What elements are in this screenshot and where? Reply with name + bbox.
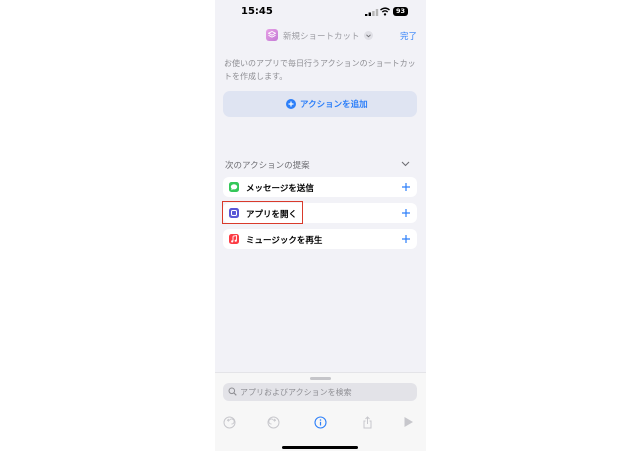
play-icon[interactable] [403, 416, 414, 428]
suggestion-item-play-music[interactable]: ミュージックを再生 [223, 229, 417, 249]
collapse-chevron-icon[interactable] [401, 161, 410, 167]
phone-screen: 15:45 93 新規ショートカット 完了 お使いのアプリで毎日行うアクションの… [215, 0, 426, 451]
add-icon[interactable] [401, 234, 411, 244]
share-icon[interactable] [361, 416, 374, 429]
suggestion-label: メッセージを送信 [246, 184, 314, 194]
status-time: 15:45 [241, 6, 273, 17]
info-icon[interactable] [314, 416, 327, 429]
cellular-signal-icon [365, 9, 379, 16]
redo-icon[interactable] [267, 416, 280, 429]
search-input[interactable]: アプリおよびアクションを検索 [223, 383, 417, 401]
messages-icon [229, 182, 239, 192]
search-icon [228, 387, 237, 396]
home-indicator[interactable] [282, 446, 358, 449]
sheet-grabber[interactable] [310, 377, 331, 380]
shortcuts-app-icon[interactable] [266, 29, 278, 41]
plus-circle-icon [286, 99, 296, 109]
battery-indicator: 93 [393, 7, 408, 16]
highlight-box [222, 201, 303, 224]
suggestions-header: 次のアクションの提案 [225, 161, 310, 171]
done-button[interactable]: 完了 [400, 30, 417, 42]
add-icon[interactable] [401, 208, 411, 218]
chevron-down-icon[interactable] [364, 31, 373, 40]
add-icon[interactable] [401, 182, 411, 192]
add-action-button[interactable]: アクションを追加 [223, 91, 417, 117]
undo-icon[interactable] [223, 416, 236, 429]
suggestion-item-send-message[interactable]: メッセージを送信 [223, 177, 417, 197]
description-text: お使いのアプリで毎日行うアクションのショートカットを作成します。 [224, 59, 416, 81]
status-bar: 15:45 93 [215, 0, 426, 24]
music-icon [229, 234, 239, 244]
suggestion-label: ミュージックを再生 [246, 236, 323, 246]
wifi-icon [380, 7, 390, 16]
add-action-label: アクションを追加 [300, 100, 368, 110]
search-placeholder: アプリおよびアクションを検索 [240, 388, 352, 397]
shortcut-title[interactable]: 新規ショートカット [283, 30, 360, 42]
